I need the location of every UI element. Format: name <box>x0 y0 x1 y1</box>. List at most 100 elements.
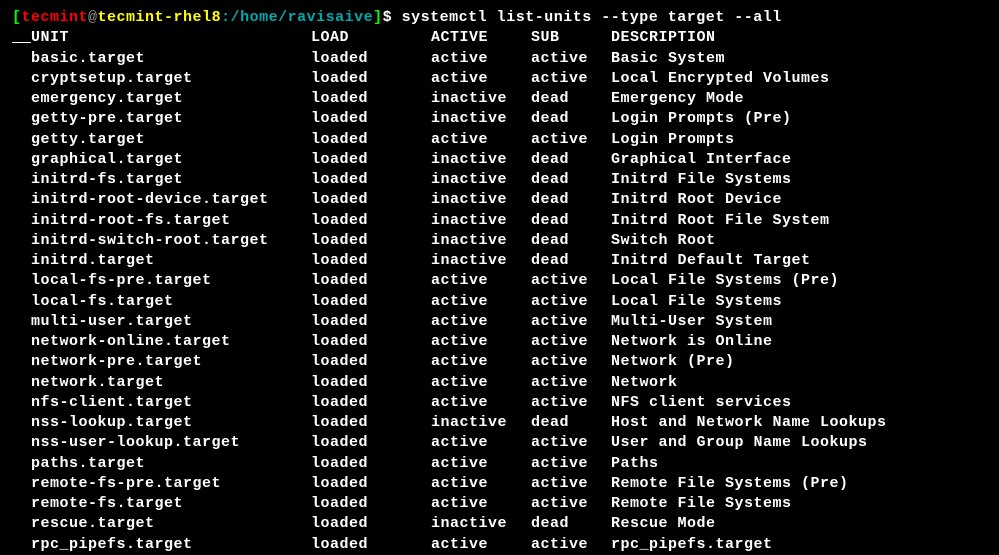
header-unit: UNIT <box>31 28 311 48</box>
cell-active: active <box>431 454 531 474</box>
table-row: rescue.targetloadedinactivedeadRescue Mo… <box>12 514 987 534</box>
cell-active: active <box>431 474 531 494</box>
cell-load: loaded <box>311 130 431 150</box>
cell-description: Paths <box>611 454 659 474</box>
cell-active: inactive <box>431 231 531 251</box>
cell-sub: dead <box>531 89 611 109</box>
cell-unit: network.target <box>31 373 311 393</box>
header-load: LOAD <box>311 28 431 48</box>
table-row: getty-pre.targetloadedinactivedeadLogin … <box>12 109 987 129</box>
cell-sub: active <box>531 393 611 413</box>
table-row: local-fs-pre.targetloadedactiveactiveLoc… <box>12 271 987 291</box>
table-row: cryptsetup.targetloadedactiveactiveLocal… <box>12 69 987 89</box>
cell-load: loaded <box>311 292 431 312</box>
header-active: ACTIVE <box>431 28 531 48</box>
cell-description: Login Prompts (Pre) <box>611 109 792 129</box>
table-row: paths.targetloadedactiveactivePaths <box>12 454 987 474</box>
cell-description: Emergency Mode <box>611 89 744 109</box>
cell-unit: nfs-client.target <box>31 393 311 413</box>
prompt-colon: : <box>221 9 231 26</box>
cell-unit: initrd-root-device.target <box>31 190 311 210</box>
cell-description: rpc_pipefs.target <box>611 535 773 555</box>
cell-active: inactive <box>431 514 531 534</box>
cell-load: loaded <box>311 69 431 89</box>
cell-description: Initrd Root Device <box>611 190 782 210</box>
cell-load: loaded <box>311 494 431 514</box>
cell-description: Local File Systems (Pre) <box>611 271 839 291</box>
cell-active: active <box>431 393 531 413</box>
prompt-user: tecmint <box>22 9 89 26</box>
cell-load: loaded <box>311 332 431 352</box>
cell-active: inactive <box>431 251 531 271</box>
cell-load: loaded <box>311 312 431 332</box>
cell-description: Local Encrypted Volumes <box>611 69 830 89</box>
table-row: rpc_pipefs.targetloadedactiveactiverpc_p… <box>12 535 987 555</box>
cell-description: Basic System <box>611 49 725 69</box>
cell-load: loaded <box>311 170 431 190</box>
cell-sub: active <box>531 352 611 372</box>
table-row: nss-lookup.targetloadedinactivedeadHost … <box>12 413 987 433</box>
terminal-prompt[interactable]: [tecmint@tecmint-rhel8:/home/ravisaive]$… <box>12 8 987 28</box>
table-row: graphical.targetloadedinactivedeadGraphi… <box>12 150 987 170</box>
cell-unit: initrd-switch-root.target <box>31 231 311 251</box>
cell-active: active <box>431 292 531 312</box>
cell-unit: getty-pre.target <box>31 109 311 129</box>
cell-description: Switch Root <box>611 231 716 251</box>
cell-active: inactive <box>431 170 531 190</box>
cell-unit: multi-user.target <box>31 312 311 332</box>
cell-unit: basic.target <box>31 49 311 69</box>
cell-unit: remote-fs.target <box>31 494 311 514</box>
cell-sub: dead <box>531 109 611 129</box>
cell-active: active <box>431 433 531 453</box>
cell-active: active <box>431 130 531 150</box>
cell-load: loaded <box>311 211 431 231</box>
cell-unit: paths.target <box>31 454 311 474</box>
cell-description: Network <box>611 373 678 393</box>
table-row: initrd.targetloadedinactivedeadInitrd De… <box>12 251 987 271</box>
cell-unit: initrd-fs.target <box>31 170 311 190</box>
cell-unit: getty.target <box>31 130 311 150</box>
cell-active: active <box>431 69 531 89</box>
table-row: network.targetloadedactiveactiveNetwork <box>12 373 987 393</box>
cell-description: Multi-User System <box>611 312 773 332</box>
cell-load: loaded <box>311 514 431 534</box>
cell-description: Local File Systems <box>611 292 782 312</box>
cell-load: loaded <box>311 352 431 372</box>
cell-unit: initrd.target <box>31 251 311 271</box>
table-header: UNITLOADACTIVESUBDESCRIPTION <box>12 28 987 48</box>
cell-load: loaded <box>311 271 431 291</box>
cell-load: loaded <box>311 393 431 413</box>
table-row: network-pre.targetloadedactiveactiveNetw… <box>12 352 987 372</box>
cell-load: loaded <box>311 454 431 474</box>
cell-description: NFS client services <box>611 393 792 413</box>
cell-active: inactive <box>431 150 531 170</box>
table-row: emergency.targetloadedinactivedeadEmerge… <box>12 89 987 109</box>
cell-active: active <box>431 535 531 555</box>
table-row: initrd-switch-root.targetloadedinactived… <box>12 231 987 251</box>
table-row: remote-fs-pre.targetloadedactiveactiveRe… <box>12 474 987 494</box>
cell-sub: active <box>531 271 611 291</box>
cell-active: active <box>431 312 531 332</box>
cell-unit: initrd-root-fs.target <box>31 211 311 231</box>
cell-description: Network (Pre) <box>611 352 735 372</box>
cell-description: Login Prompts <box>611 130 735 150</box>
table-row: getty.targetloadedactiveactiveLogin Prom… <box>12 130 987 150</box>
cell-active: inactive <box>431 190 531 210</box>
cell-load: loaded <box>311 89 431 109</box>
cell-load: loaded <box>311 433 431 453</box>
cell-sub: dead <box>531 150 611 170</box>
cell-unit: nss-lookup.target <box>31 413 311 433</box>
table-row: basic.targetloadedactiveactiveBasic Syst… <box>12 49 987 69</box>
header-sub: SUB <box>531 28 611 48</box>
cell-sub: dead <box>531 514 611 534</box>
cell-active: active <box>431 494 531 514</box>
table-row: multi-user.targetloadedactiveactiveMulti… <box>12 312 987 332</box>
cell-active: active <box>431 352 531 372</box>
cell-unit: local-fs-pre.target <box>31 271 311 291</box>
cell-sub: active <box>531 454 611 474</box>
table-row: local-fs.targetloadedactiveactiveLocal F… <box>12 292 987 312</box>
cell-description: Host and Network Name Lookups <box>611 413 887 433</box>
table-row: nfs-client.targetloadedactiveactiveNFS c… <box>12 393 987 413</box>
cell-sub: active <box>531 494 611 514</box>
cell-description: Remote File Systems (Pre) <box>611 474 849 494</box>
